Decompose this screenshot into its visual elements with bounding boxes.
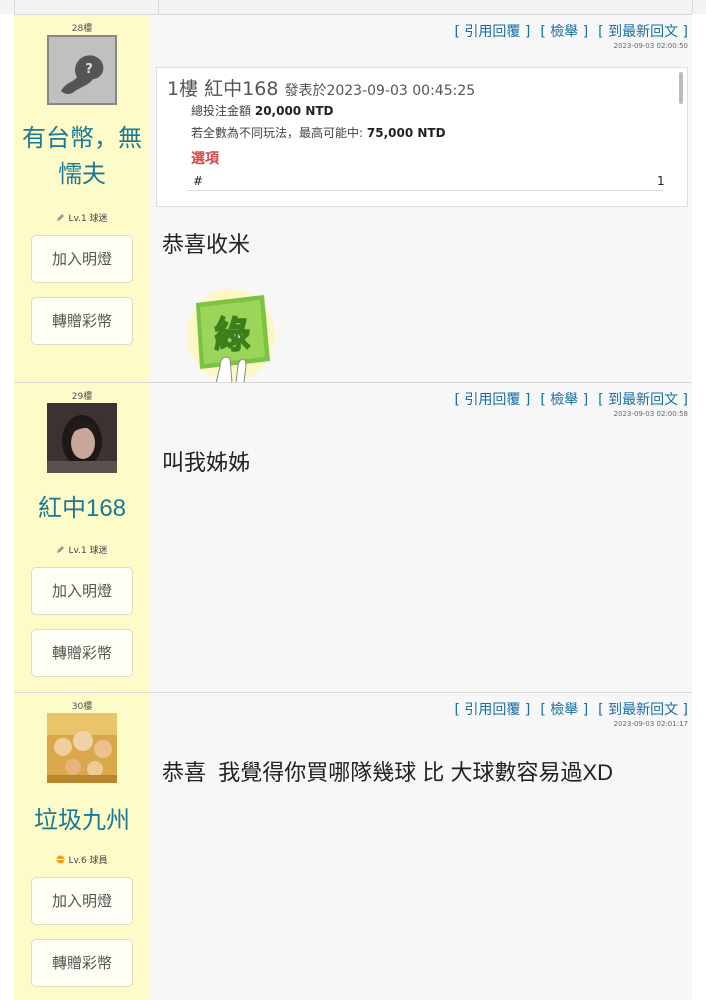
post-actions: [ 引用回覆 ] [ 檢舉 ] [ 到最新回文 ] bbox=[445, 389, 688, 409]
quote-floor: 1樓 bbox=[167, 78, 199, 100]
quote-reply-link[interactable]: [ 引用回覆 ] bbox=[455, 392, 531, 408]
follow-button[interactable]: 加入明燈 bbox=[31, 877, 133, 925]
avatar[interactable] bbox=[47, 403, 117, 473]
top-strip bbox=[0, 0, 706, 14]
user-level: Lv.1 球迷 bbox=[14, 543, 150, 556]
username[interactable]: 有台幣，無 bbox=[14, 121, 150, 157]
max-label: 若全數為不同玩法，最高可能中: bbox=[191, 126, 364, 140]
level-label: Lv.6 球員 bbox=[68, 856, 108, 866]
pencil-icon bbox=[57, 214, 65, 221]
follow-button[interactable]: 加入明燈 bbox=[31, 235, 133, 283]
author-panel: 28樓 ? 有台幣，無 懦夫 Lv.1 球迷 加入明燈 轉贈彩幣 bbox=[14, 15, 150, 382]
floor-number: 28樓 bbox=[71, 24, 93, 34]
level-label: Lv.1 球迷 bbox=[68, 214, 108, 224]
avatar[interactable] bbox=[47, 713, 117, 783]
user-avatar-photo bbox=[47, 403, 117, 473]
post-timestamp: 2023-09-03 02:01:17 bbox=[613, 720, 688, 728]
username[interactable]: 懦夫 bbox=[14, 157, 150, 193]
user-level: Lv.1 球迷 bbox=[14, 211, 150, 224]
follow-button[interactable]: 加入明燈 bbox=[31, 567, 133, 615]
user-level: Lv.6 球員 bbox=[14, 853, 150, 866]
divider bbox=[187, 190, 663, 191]
quote-total: 總投注金額 20,000 NTD bbox=[191, 102, 334, 119]
post-actions: [ 引用回覆 ] [ 檢舉 ] [ 到最新回文 ] bbox=[445, 699, 688, 719]
quote-reply-link[interactable]: [ 引用回覆 ] bbox=[455, 702, 531, 718]
floor-number: 30樓 bbox=[71, 702, 93, 712]
default-avatar-icon: ? bbox=[47, 35, 117, 105]
quoted-post[interactable]: 1樓 紅中168 發表於2023-09-03 00:45:25 總投注金額 20… bbox=[156, 67, 688, 207]
divider bbox=[14, 0, 15, 14]
total-label: 總投注金額 bbox=[191, 104, 252, 118]
username[interactable]: 紅中168 bbox=[14, 491, 150, 527]
options-label: 選項 bbox=[191, 151, 219, 167]
post-timestamp: 2023-09-03 02:00:58 bbox=[613, 410, 688, 418]
post-timestamp: 2023-09-03 02:00:50 bbox=[613, 42, 688, 50]
reply-post: 29樓 紅中168 Lv.1 球迷 加入明燈 轉贈彩幣 [ 引用回覆 ] [ 檢舉… bbox=[14, 382, 692, 692]
post-body: [ 引用回覆 ] [ 檢舉 ] [ 到最新回文 ] 2023-09-03 02:01… bbox=[150, 693, 692, 1000]
sticker-image: 綠 bbox=[187, 289, 275, 384]
gift-button[interactable]: 轉贈彩幣 bbox=[31, 629, 133, 677]
sticker-text: 綠 bbox=[214, 315, 250, 356]
report-link[interactable]: [ 檢舉 ] bbox=[540, 24, 588, 40]
quote-posted-at: 2023-09-03 00:45:25 bbox=[326, 83, 476, 99]
gift-button[interactable]: 轉贈彩幣 bbox=[31, 297, 133, 345]
reply-post: 28樓 ? 有台幣，無 懦夫 Lv.1 球迷 加入明燈 轉贈彩幣 [ 引用回覆 … bbox=[14, 14, 692, 384]
quote-reply-link[interactable]: [ 引用回覆 ] bbox=[455, 24, 531, 40]
post-message: 恭喜收米 bbox=[162, 232, 251, 257]
post-message: 恭喜 我覺得你買哪隊幾球 比 大球數容易過XD bbox=[162, 760, 614, 785]
svg-text:?: ? bbox=[85, 62, 93, 77]
post-body: [ 引用回覆 ] [ 檢舉 ] [ 到最新回文 ] 2023-09-03 02:00… bbox=[150, 15, 692, 384]
max-value: 75,000 NTD bbox=[366, 126, 446, 140]
col-hash: # bbox=[193, 174, 204, 188]
latest-reply-link[interactable]: [ 到最新回文 ] bbox=[598, 392, 688, 408]
latest-reply-link[interactable]: [ 到最新回文 ] bbox=[598, 24, 688, 40]
gift-button[interactable]: 轉贈彩幣 bbox=[31, 939, 133, 987]
total-value: 20,000 NTD bbox=[254, 104, 334, 118]
quote-max: 若全數為不同玩法，最高可能中: 75,000 NTD bbox=[191, 124, 446, 141]
latest-reply-link[interactable]: [ 到最新回文 ] bbox=[598, 702, 688, 718]
level-label: Lv.1 球迷 bbox=[68, 546, 108, 556]
quote-author: 紅中168 bbox=[204, 78, 279, 100]
post-message: 叫我姊姊 bbox=[162, 450, 251, 475]
floor-number: 29樓 bbox=[71, 392, 93, 402]
user-avatar-photo bbox=[47, 713, 117, 783]
quote-posted-prefix: 發表於 bbox=[284, 83, 327, 99]
post-actions: [ 引用回覆 ] [ 檢舉 ] [ 到最新回文 ] bbox=[445, 21, 688, 41]
report-link[interactable]: [ 檢舉 ] bbox=[540, 392, 588, 408]
report-link[interactable]: [ 檢舉 ] bbox=[540, 702, 588, 718]
col-one: 1 bbox=[657, 174, 665, 188]
post-body: [ 引用回覆 ] [ 檢舉 ] [ 到最新回文 ] 2023-09-03 02:00… bbox=[150, 383, 692, 692]
author-panel: 30樓 垃圾九州 Lv.6 球員 加入明燈 轉贈彩幣 bbox=[14, 693, 150, 1000]
username[interactable]: 垃圾九州 bbox=[14, 803, 150, 839]
scrollbar[interactable] bbox=[679, 72, 683, 104]
quote-header: 1樓 紅中168 發表於2023-09-03 00:45:25 bbox=[167, 74, 475, 101]
author-panel: 29樓 紅中168 Lv.1 球迷 加入明燈 轉贈彩幣 bbox=[14, 383, 150, 692]
ball-icon bbox=[56, 855, 65, 864]
avatar[interactable]: ? bbox=[47, 35, 117, 105]
pencil-icon bbox=[57, 546, 65, 553]
divider bbox=[158, 0, 159, 14]
reply-post: 30樓 垃圾九州 Lv.6 球員 加入明燈 轉贈彩幣 [ 引用回覆 ] [ 檢舉 … bbox=[14, 692, 692, 1000]
divider bbox=[692, 0, 693, 14]
